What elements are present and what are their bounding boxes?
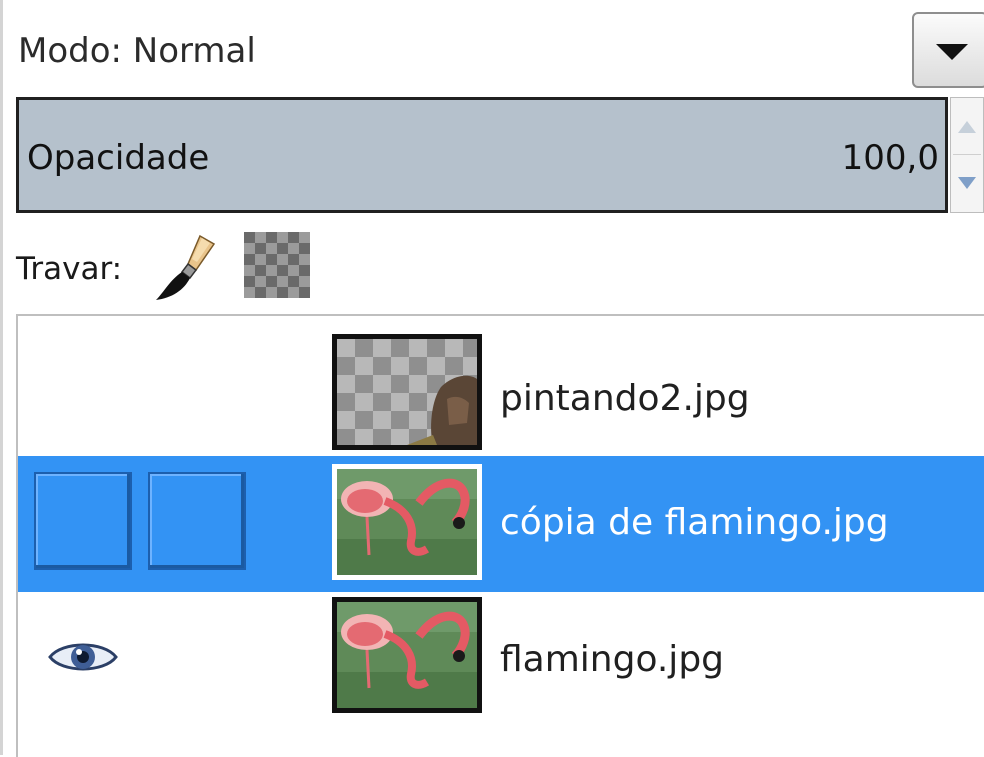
arrow-down-icon — [958, 177, 976, 189]
layer-row-selected[interactable]: cópia de flamingo.jpg — [18, 456, 984, 592]
layer-row[interactable]: pintando2.jpg — [18, 332, 984, 468]
chain-toggle[interactable] — [148, 472, 246, 570]
opacity-spinner[interactable] — [950, 97, 984, 213]
layers-list: pintando2.jpg cópia de flamingo.jpg flam… — [16, 314, 984, 757]
arrow-up-icon — [958, 121, 976, 133]
opacity-label: Opacidade — [27, 138, 210, 178]
visibility-toggle[interactable] — [34, 472, 132, 570]
layer-name[interactable]: flamingo.jpg — [500, 637, 724, 683]
mode-label: Modo: Normal — [18, 31, 256, 71]
layer-thumbnail — [332, 334, 482, 450]
eye-icon[interactable] — [48, 637, 118, 677]
lock-pixels-brush-icon[interactable] — [150, 232, 220, 302]
chevron-down-icon — [936, 44, 968, 60]
mode-dropdown-button[interactable] — [912, 12, 984, 88]
layer-thumbnail — [332, 597, 482, 713]
opacity-slider[interactable]: Opacidade 100,0 — [16, 97, 948, 213]
opacity-value: 100,0 — [841, 138, 939, 178]
layer-name[interactable]: cópia de flamingo.jpg — [500, 500, 889, 546]
spin-down-button[interactable] — [953, 156, 981, 210]
layer-thumbnail — [332, 464, 482, 580]
lock-label: Travar: — [16, 251, 123, 287]
spin-up-button[interactable] — [953, 100, 981, 155]
panel-left-border — [0, 0, 3, 755]
lock-alpha-checker-icon[interactable] — [244, 232, 310, 298]
layer-name[interactable]: pintando2.jpg — [500, 376, 750, 422]
layer-row[interactable]: flamingo.jpg — [18, 593, 984, 729]
